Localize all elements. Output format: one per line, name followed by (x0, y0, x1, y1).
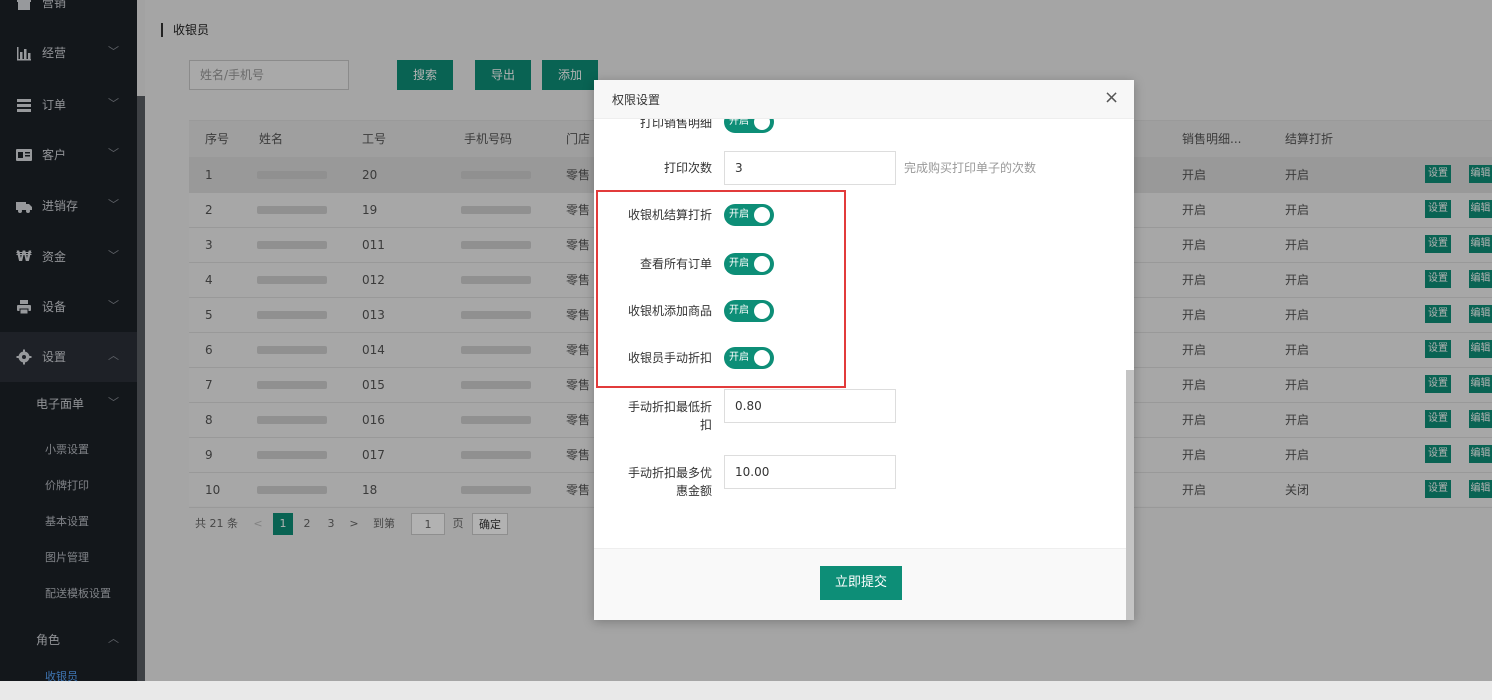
max-discount-amount-input[interactable]: 10.00 (724, 455, 896, 489)
modal-header: 权限设置 × (594, 80, 1134, 119)
toggle-label: 开启 (729, 119, 749, 127)
print-times-input[interactable]: 3 (724, 151, 896, 185)
print-sales-detail-toggle[interactable]: 开启 (724, 119, 774, 133)
print-times-hint: 完成购买打印单子的次数 (904, 161, 1037, 175)
field-label: 手动折扣最低折 (627, 400, 712, 414)
toggle-knob (754, 119, 770, 130)
modal-title: 权限设置 (612, 93, 661, 107)
close-icon[interactable]: × (1104, 88, 1119, 108)
permission-modal: 权限设置 × 打印销售明细 开启 打印次数 3 完成购买打印单子的次数 收银机结… (594, 80, 1134, 620)
modal-footer: 立即提交 (594, 548, 1134, 620)
field-label: 打印次数 (663, 161, 712, 175)
modal-scrollbar[interactable] (1126, 370, 1134, 620)
field-label: 扣 (699, 418, 712, 432)
min-discount-input[interactable]: 0.80 (724, 389, 896, 423)
highlight-box (596, 190, 846, 388)
submit-button[interactable]: 立即提交 (820, 566, 902, 600)
field-label: 手动折扣最多优 (627, 466, 712, 480)
field-label: 打印销售明细 (639, 119, 712, 130)
field-label: 惠金额 (675, 484, 712, 498)
